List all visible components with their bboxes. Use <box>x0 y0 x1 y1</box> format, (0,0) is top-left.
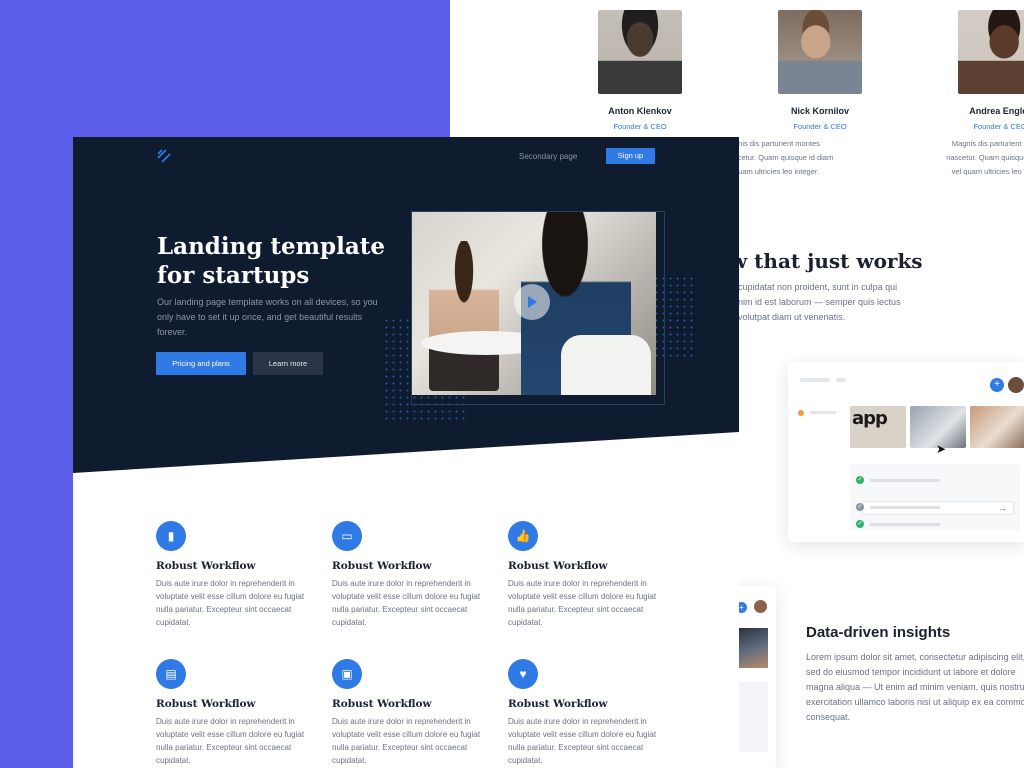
save-icon: ▣ <box>332 659 362 689</box>
play-button[interactable] <box>514 284 550 320</box>
dot-pattern <box>655 277 693 359</box>
video-thumbnail[interactable] <box>411 211 656 395</box>
feature-title: Robust Workflow <box>332 698 432 710</box>
feature-item: ▮ Robust Workflow Duis aute irure dolor … <box>156 521 316 629</box>
thumbnail: app <box>850 406 906 448</box>
feature-text: Duis aute irure dolor in reprehenderit i… <box>332 717 481 765</box>
member-name: Andrea Engler <box>969 106 1024 116</box>
mock-line <box>810 411 836 414</box>
feature-item: 👍 Robust Workflow Duis aute irure dolor … <box>508 521 668 629</box>
member-name: Anton Klenkov <box>608 106 672 116</box>
feature-text: Duis aute irure dolor in reprehenderit i… <box>156 717 305 765</box>
team-member: Nick Kornilov Founder & CEO gnis dis par… <box>734 10 900 179</box>
avatar <box>1008 377 1024 393</box>
hero-title: Landing template for startups <box>157 233 386 289</box>
insights-title: Data-driven insights <box>806 624 951 641</box>
member-photo <box>958 10 1024 94</box>
feature-text: Duis aute irure dolor in reprehenderit i… <box>508 579 657 627</box>
cursor-icon: ➤ <box>936 442 947 456</box>
signup-button[interactable]: Sign up <box>606 148 655 164</box>
feature-item: ▭ Robust Workflow Duis aute irure dolor … <box>332 521 492 629</box>
thumbnail <box>970 406 1024 448</box>
feature-title: Robust Workflow <box>156 560 256 572</box>
member-bio: Magnis dis parturient montes nascetur. Q… <box>946 139 1024 176</box>
section-text: cupidatat non proident, sunt in culpa qu… <box>738 282 901 322</box>
check-icon: ✓ <box>856 503 864 511</box>
member-photo <box>778 10 862 94</box>
status-dot <box>798 410 804 416</box>
thumbnail-label: app <box>852 408 888 429</box>
front-page: Secondary page Sign up Landing template … <box>73 137 739 768</box>
list-item: ✓ <box>856 476 940 484</box>
mock-list: ✓ → ✓ ✓ <box>850 464 1020 530</box>
feature-text: Duis aute irure dolor in reprehenderit i… <box>508 717 657 765</box>
arrow-right-icon: → <box>998 503 1007 513</box>
section-title: w that just works <box>730 249 923 273</box>
app-mockup: + app ➤ ✓ → ✓ ✓ <box>788 362 1024 542</box>
pricing-button[interactable]: Pricing and plans <box>156 352 246 375</box>
feature-item: ♥ Robust Workflow Duis aute irure dolor … <box>508 659 668 767</box>
logo-icon[interactable] <box>157 149 171 163</box>
play-icon <box>528 296 537 308</box>
check-icon: ✓ <box>856 520 864 528</box>
member-role: Founder & CEO <box>613 122 667 131</box>
hero-section: Secondary page Sign up Landing template … <box>73 137 739 473</box>
thumbnail <box>736 628 768 668</box>
member-name: Nick Kornilov <box>790 106 849 116</box>
learn-more-button[interactable]: Learn more <box>253 352 323 375</box>
list-item: ✓ <box>856 520 940 528</box>
list-item: ✓ <box>856 503 940 511</box>
team-member: Anton Klenkov Founder & CEO <box>560 10 720 131</box>
feature-item: ▤ Robust Workflow Duis aute irure dolor … <box>156 659 316 767</box>
document-icon: ▮ <box>156 521 186 551</box>
nav-link-secondary[interactable]: Secondary page <box>519 152 577 161</box>
feature-title: Robust Workflow <box>508 698 608 710</box>
mock-panel <box>736 682 768 752</box>
mock-toolbar <box>800 378 846 382</box>
feature-item: ▣ Robust Workflow Duis aute irure dolor … <box>332 659 492 767</box>
member-photo <box>598 10 682 94</box>
feature-title: Robust Workflow <box>156 698 256 710</box>
heart-icon: ♥ <box>508 659 538 689</box>
feature-title: Robust Workflow <box>508 560 608 572</box>
thumbs-up-icon: 👍 <box>508 521 538 551</box>
feature-text: Duis aute irure dolor in reprehenderit i… <box>156 579 305 627</box>
feature-title: Robust Workflow <box>332 560 432 572</box>
member-bio: gnis dis parturient montes scetur. Quam … <box>734 139 834 176</box>
member-role: Founder & CEO <box>973 122 1024 131</box>
avatar <box>754 600 767 613</box>
hero-text: Our landing page template works on all d… <box>157 297 378 337</box>
check-icon: ✓ <box>856 476 864 484</box>
plus-icon: + <box>990 378 1004 392</box>
book-icon: ▤ <box>156 659 186 689</box>
folder-icon: ▭ <box>332 521 362 551</box>
insights-text: Lorem ipsum dolor sit amet, consectetur … <box>806 652 1024 722</box>
member-role: Founder & CEO <box>793 122 847 131</box>
team-member: Andrea Engler Founder & CEO Magnis dis p… <box>920 10 1024 179</box>
feature-text: Duis aute irure dolor in reprehenderit i… <box>332 579 481 627</box>
